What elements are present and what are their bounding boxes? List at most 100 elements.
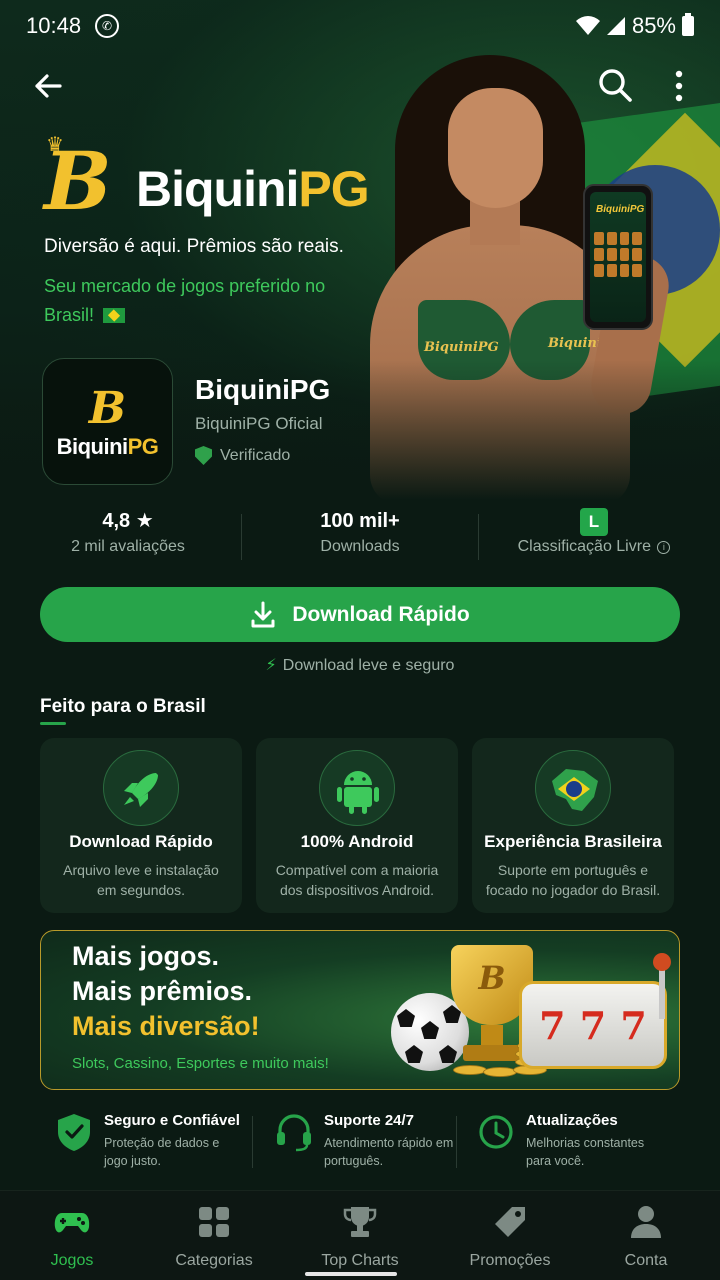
app-icon: B BiquiniPG: [42, 358, 173, 485]
hero-subtagline: Seu mercado de jogos preferido no Brasil…: [44, 272, 344, 330]
nav-top-charts[interactable]: Top Charts: [288, 1205, 432, 1270]
bottom-navigation: Jogos Categorias Top Charts Promoções Co…: [0, 1190, 720, 1280]
feature-description: Atendimento rápido em português.: [324, 1136, 454, 1168]
slot-machine-icon: 7 7 7: [519, 981, 667, 1069]
nav-label: Top Charts: [321, 1252, 399, 1269]
nav-conta[interactable]: Conta: [574, 1205, 718, 1270]
wifi-icon: [575, 16, 600, 35]
stat-rating-classification[interactable]: L Classificação Livre i: [474, 506, 714, 556]
app-icon-prefix: Biquini: [56, 433, 129, 459]
phone-mockup: BiquiniPG: [583, 184, 653, 330]
back-arrow-icon[interactable]: [30, 68, 66, 104]
download-note: ⚡ Download leve e seguro: [0, 655, 720, 675]
nav-categorias[interactable]: Categorias: [142, 1205, 286, 1270]
clock-icon: [479, 1115, 513, 1149]
rating-count: 2 mil avaliações: [71, 538, 185, 555]
shield-icon: [195, 446, 212, 465]
android-icon: [319, 750, 395, 826]
nav-label: Promoções: [469, 1252, 551, 1269]
tag-icon: [495, 1207, 525, 1237]
stat-downloads: 100 mil+ Downloads: [240, 506, 480, 556]
lightning-icon: ⚡: [265, 657, 277, 674]
rating-value: 4,8 ★: [102, 510, 154, 532]
app-icon-b-mark: B: [88, 382, 127, 434]
verified-badge: Verificado: [195, 446, 290, 465]
brand-b-mark: B: [44, 134, 112, 228]
promo-line-3: Mais diversão!: [72, 1011, 260, 1041]
download-button[interactable]: Download Rápido: [40, 587, 680, 642]
promo-banner[interactable]: Mais jogos. Mais prêmios. Mais diversão!…: [40, 930, 680, 1090]
info-icon[interactable]: i: [657, 541, 671, 554]
card-experiencia-brasileira[interactable]: Experiência Brasileira Suporte em portug…: [472, 738, 674, 913]
feature-atualizacoes: Atualizações Melhorias constantes para v…: [478, 1108, 678, 1178]
card-title: 100% Android: [300, 832, 414, 851]
feature-title: Suporte 24/7: [324, 1112, 415, 1129]
card-android[interactable]: 100% Android Compatível com a maioria do…: [256, 738, 458, 913]
nav-label: Conta: [624, 1252, 668, 1269]
card-download-rapido[interactable]: Download Rápido Arquivo leve e instalaçã…: [40, 738, 242, 913]
more-options-icon[interactable]: [664, 68, 694, 104]
shield-check-icon: [58, 1114, 90, 1151]
downloads-value: 100 mil+: [320, 510, 400, 532]
card-description: Suporte em português e focado no jogador…: [485, 862, 661, 898]
slot-symbol: 7: [579, 1002, 607, 1048]
brand-name-suffix: PG: [298, 161, 369, 217]
phone-game-tiles: [594, 232, 642, 277]
trophy-icon: [343, 1207, 377, 1237]
card-title: Download Rápido: [69, 832, 213, 851]
nav-promocoes[interactable]: Promoções: [438, 1205, 582, 1270]
app-stats: 4,8 ★ 2 mil avaliações 100 mil+ Download…: [0, 506, 720, 566]
grid-icon: [199, 1207, 229, 1237]
headset-icon: [277, 1114, 311, 1152]
download-note-text: Download leve e seguro: [282, 657, 455, 674]
download-icon: [251, 601, 275, 627]
downloads-label: Downloads: [320, 538, 400, 555]
bikini-brand-text-right: Biquini: [548, 336, 602, 351]
app-icon-suffix: PG: [127, 433, 159, 459]
section-title: Feito para o Brasil: [40, 696, 206, 717]
feature-seguro: Seguro e Confiável Proteção de dados e j…: [56, 1108, 252, 1178]
top-app-bar: [0, 64, 720, 108]
hero-subtagline-text: Seu mercado de jogos preferido no Brasil…: [44, 276, 326, 325]
nav-label: Jogos: [50, 1252, 94, 1269]
app-title: BiquiniPG: [195, 374, 331, 405]
whatsapp-icon: ✆: [95, 14, 120, 38]
promo-subtitle: Slots, Cassino, Esportes e muito mais!: [72, 1055, 329, 1072]
status-bar: 10:48 ✆ 85%: [0, 0, 720, 52]
brazil-flag-icon: [103, 308, 126, 323]
status-time: 10:48: [26, 13, 82, 38]
app-developer[interactable]: BiquiniPG Oficial: [195, 414, 323, 434]
brand-name-prefix: Biquini: [136, 161, 299, 217]
age-rating-badge: L: [580, 508, 608, 536]
feature-cards: Download Rápido Arquivo leve e instalaçã…: [40, 738, 680, 913]
card-title: Experiência Brasileira: [484, 832, 662, 851]
nav-label: Categorias: [175, 1252, 253, 1269]
person-icon: [631, 1206, 661, 1238]
home-indicator[interactable]: [305, 1272, 397, 1276]
rocket-icon: [103, 750, 179, 826]
brazil-map-icon: [535, 750, 611, 826]
app-icon-wordmark: BiquiniPG: [57, 434, 159, 460]
feature-description: Melhorias constantes para você.: [526, 1136, 645, 1168]
classification-label: Classificação Livre: [517, 538, 651, 555]
battery-icon: [682, 13, 694, 36]
brand-wordmark: BiquiniPG: [136, 160, 370, 218]
promo-line-1: Mais jogos.: [72, 941, 220, 971]
feature-suporte: Suporte 24/7 Atendimento rápido em portu…: [276, 1108, 454, 1178]
gamepad-icon: [54, 1213, 90, 1233]
bikini-brand-text-left: BiquiniPG: [424, 340, 499, 355]
slot-symbol: 7: [539, 1002, 566, 1048]
verified-label: Verificado: [220, 446, 291, 464]
signal-icon: [606, 17, 625, 35]
card-description: Compatível com a maioria dos dispositivo…: [275, 862, 439, 898]
download-button-label: Download Rápido: [292, 602, 470, 626]
section-underline: [40, 722, 66, 725]
feature-title: Atualizações: [526, 1112, 618, 1129]
feature-title: Seguro e Confiável: [104, 1112, 240, 1129]
stat-rating[interactable]: 4,8 ★ 2 mil avaliações: [8, 506, 248, 556]
hero-tagline: Diversão é aqui. Prêmios são reais.: [44, 236, 344, 257]
phone-logo: BiquiniPG: [596, 204, 645, 215]
search-icon[interactable]: [596, 66, 634, 104]
nav-jogos[interactable]: Jogos: [0, 1205, 144, 1270]
feature-description: Proteção de dados e jogo justo.: [104, 1136, 220, 1168]
